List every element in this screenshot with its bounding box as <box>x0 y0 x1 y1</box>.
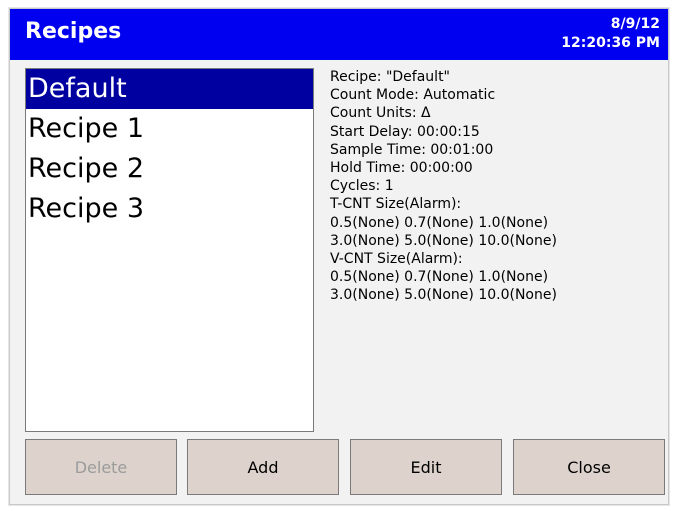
date-label: 8/9/12 <box>610 16 660 32</box>
time-label: 12:20:36 PM <box>561 35 660 51</box>
recipe-item-recipe-2[interactable]: Recipe 2 <box>26 149 313 189</box>
delete-button[interactable]: Delete <box>25 439 177 495</box>
close-button[interactable]: Close <box>513 439 665 495</box>
edit-button[interactable]: Edit <box>350 439 502 495</box>
window-title: Recipes <box>25 19 122 44</box>
detail-sample-time: Sample Time: 00:01:00 <box>330 141 494 158</box>
recipe-item-recipe-1[interactable]: Recipe 1 <box>26 109 313 149</box>
recipe-list[interactable]: Default Recipe 1 Recipe 2 Recipe 3 <box>25 68 314 432</box>
recipe-details: Recipe: "Default" Count Mode: Automatic … <box>330 68 660 305</box>
detail-tcnt-row-1: 0.5(None) 0.7(None) 1.0(None) <box>330 214 549 231</box>
date-time-display: 8/9/12 12:20:36 PM <box>561 15 660 53</box>
detail-vcnt-row-1: 0.5(None) 0.7(None) 1.0(None) <box>330 269 549 286</box>
add-button[interactable]: Add <box>187 439 339 495</box>
title-bar: Recipes 8/9/12 12:20:36 PM <box>10 9 668 60</box>
detail-count-units: Count Units: Δ <box>330 105 431 122</box>
recipes-window: Recipes 8/9/12 12:20:36 PM Default Recip… <box>9 8 669 505</box>
detail-tcnt-row-2: 3.0(None) 5.0(None) 10.0(None) <box>330 232 557 249</box>
detail-count-mode: Count Mode: Automatic <box>330 87 496 104</box>
detail-tcnt-header: T-CNT Size(Alarm): <box>330 196 462 213</box>
detail-recipe-name: Recipe: "Default" <box>330 69 450 85</box>
recipe-item-default[interactable]: Default <box>26 69 313 109</box>
detail-vcnt-row-2: 3.0(None) 5.0(None) 10.0(None) <box>330 287 557 304</box>
detail-hold-time: Hold Time: 00:00:00 <box>330 160 473 177</box>
detail-vcnt-header: V-CNT Size(Alarm): <box>330 251 463 268</box>
detail-start-delay: Start Delay: 00:00:15 <box>330 123 480 140</box>
recipe-item-recipe-3[interactable]: Recipe 3 <box>26 189 313 229</box>
detail-cycles: Cycles: 1 <box>330 178 394 195</box>
